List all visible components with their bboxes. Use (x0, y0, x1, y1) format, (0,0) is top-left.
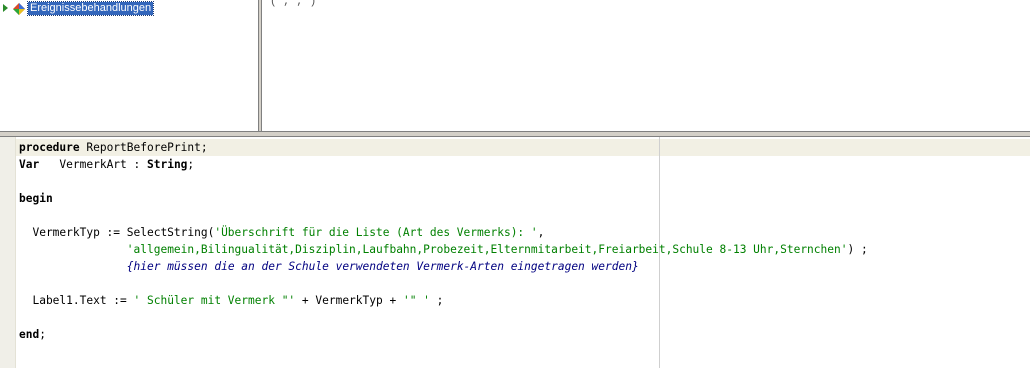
string-token: 'Überschrift für die Liste (Art des Verm… (214, 226, 538, 239)
properties-partial-text: ( , , ) (270, 0, 317, 8)
code-line[interactable]: Var VermerkArt : String; (19, 156, 868, 173)
code-token: ) ; (847, 243, 868, 256)
tree-item-ereignissebehandlungen[interactable]: Ereignissebehandlungen (2, 0, 155, 16)
object-tree-pane[interactable]: Ereignissebehandlungen (0, 0, 258, 131)
keyword-token: String (147, 158, 188, 171)
tree-item-label: Ereignissebehandlungen (26, 0, 155, 16)
expand-arrow-icon[interactable] (3, 4, 8, 12)
keyword-token: Var (19, 158, 40, 171)
comment-token: {hier müssen die an der Schule verwendet… (126, 260, 639, 273)
code-line[interactable] (19, 309, 868, 326)
code-token: VermerkTyp := SelectString( (19, 226, 215, 239)
events-icon (13, 2, 25, 15)
code-token: , (537, 226, 545, 239)
properties-pane[interactable]: ( , , ) (262, 0, 1030, 131)
code-token: ; (187, 158, 195, 171)
code-line[interactable]: 'allgemein,Bilingualität,Disziplin,Laufb… (19, 241, 868, 258)
code-line[interactable]: procedure ReportBeforePrint; (19, 139, 868, 156)
code-text[interactable]: procedure ReportBeforePrint; Var VermerkA… (19, 139, 868, 343)
code-line[interactable]: {hier müssen die an der Schule verwendet… (19, 258, 868, 275)
keyword-token: end (19, 328, 40, 341)
code-editor[interactable]: procedure ReportBeforePrint; Var VermerkA… (0, 137, 1030, 368)
code-line[interactable] (19, 173, 868, 190)
string-token: 'allgemein,Bilingualität,Disziplin,Laufb… (126, 243, 848, 256)
code-token: + VermerkTyp + (295, 294, 403, 307)
code-line[interactable] (19, 275, 868, 292)
code-token: Label1.Text := (19, 294, 134, 307)
code-token: ReportBeforePrint; (79, 141, 208, 154)
code-token: ; (39, 328, 46, 341)
string-token: '" ' (402, 294, 430, 307)
code-line[interactable]: end; (19, 326, 868, 343)
editor-gutter (0, 137, 16, 368)
keyword-token: procedure (19, 141, 80, 154)
keyword-token: begin (19, 192, 53, 205)
code-line[interactable]: Label1.Text := ' Schüler mit Vermerk "' … (19, 292, 868, 309)
code-line[interactable]: begin (19, 190, 868, 207)
code-token: ; (429, 294, 444, 307)
code-token: VermerkArt : (39, 158, 147, 171)
code-line[interactable]: VermerkTyp := SelectString('Überschrift … (19, 224, 868, 241)
code-line[interactable] (19, 207, 868, 224)
string-token: ' Schüler mit Vermerk "' (133, 294, 296, 307)
designer-top-area: Ereignissebehandlungen ( , , ) (0, 0, 1030, 131)
